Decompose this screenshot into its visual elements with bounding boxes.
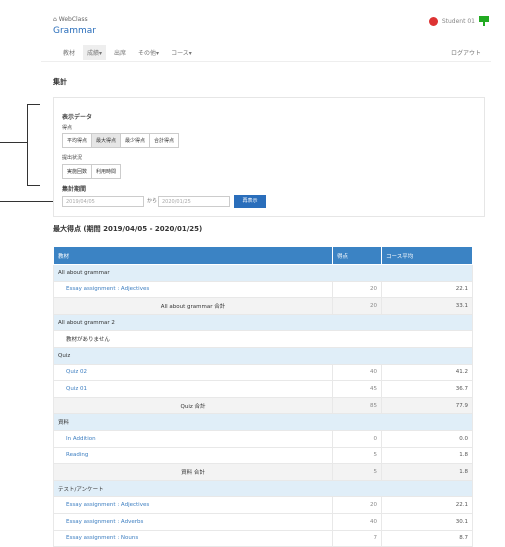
- group-label: 資料: [53, 413, 473, 431]
- score-cell: 45: [332, 380, 382, 398]
- score-cell: 7: [332, 529, 382, 547]
- avg-cell: 22.1: [381, 496, 473, 514]
- group-row: 資料: [53, 413, 473, 431]
- material-link[interactable]: Quiz 01: [53, 380, 333, 398]
- column-header-score: 得点: [332, 246, 382, 265]
- group-row: Quiz: [53, 346, 473, 365]
- score-button[interactable]: 最大得点: [91, 133, 122, 148]
- annotation-line: [0, 142, 27, 143]
- avg-cell: 0.0: [381, 429, 473, 448]
- group-row: All about grammar 2: [53, 313, 473, 332]
- subtotal-avg: 33.1: [381, 297, 473, 315]
- score-cell: 5: [332, 446, 382, 465]
- table-header-row: 教材 得点 コース平均: [53, 246, 473, 265]
- column-header-material: 教材: [53, 246, 333, 265]
- target-label: 提出状況: [62, 155, 83, 161]
- nav-item[interactable]: 教材: [59, 45, 79, 60]
- annotation-bracket: [27, 104, 40, 186]
- date-to-input[interactable]: 2020/01/25: [158, 196, 230, 207]
- subtotal-score: 20: [332, 297, 382, 315]
- filter-panel: 表示データ 得点 平均得点 最大得点 最少得点 合計得点 提出状況 実施回数 利用時間 …: [53, 97, 485, 217]
- nav-item[interactable]: 成績▾: [83, 45, 107, 60]
- score-cell: 40: [332, 363, 382, 382]
- score-button[interactable]: 合計得点: [149, 133, 180, 148]
- subtotal-row: 資料 合計 5 1.8: [53, 463, 473, 481]
- table-row: Quiz 01 45 36.7: [53, 380, 473, 398]
- subtotal-score: 5: [332, 463, 382, 481]
- navbar: 教材 成績▾ 出席 その他▾ コース▾ ログアウト: [41, 44, 491, 62]
- score-cell: 20: [332, 496, 382, 514]
- score-label: 得点: [62, 125, 73, 131]
- score-cell: 0: [332, 429, 382, 448]
- avg-cell: 22.1: [381, 280, 473, 299]
- notification-badge-icon[interactable]: [428, 16, 438, 26]
- table-row: Essay assignment : Adjectives 20 22.1: [53, 496, 473, 514]
- target-button-group: 実施回数 利用時間: [62, 164, 122, 179]
- subtotal-avg: 77.9: [381, 396, 473, 415]
- target-button[interactable]: 実施回数: [62, 164, 93, 179]
- table-row: Essay assignment : Adverbs 40 30.1: [53, 512, 473, 531]
- material-link[interactable]: Essay assignment : Nouns: [53, 529, 333, 547]
- material-link[interactable]: Essay assignment : Adjectives: [53, 496, 333, 514]
- user-avatar-icon[interactable]: [479, 16, 489, 26]
- report-title: 最大得点 (期間 2019/04/05 - 2020/01/25): [53, 225, 203, 233]
- avg-cell: 30.1: [381, 512, 473, 531]
- table-row: Essay assignment : Adjectives 20 22.1: [53, 280, 473, 299]
- subtotal-avg: 1.8: [381, 463, 473, 481]
- subtotal-label: All about grammar 合計: [53, 297, 333, 315]
- material-link[interactable]: Quiz 02: [53, 363, 333, 382]
- empty-message: 教材がありません: [53, 330, 473, 348]
- app-name[interactable]: ⌂ WebClass: [53, 16, 88, 23]
- avg-cell: 41.2: [381, 363, 473, 382]
- material-link[interactable]: In Addition: [53, 429, 333, 448]
- group-label: All about grammar 2: [53, 313, 473, 332]
- avg-cell: 1.8: [381, 446, 473, 465]
- subtotal-label: 資料 合計: [53, 463, 333, 481]
- table-row: Quiz 02 40 41.2: [53, 363, 473, 382]
- material-link[interactable]: Reading: [53, 446, 333, 465]
- nav-item[interactable]: コース▾: [167, 45, 196, 60]
- subtotal-row: Quiz 合計 85 77.9: [53, 396, 473, 415]
- column-header-course-avg: コース平均: [381, 246, 473, 265]
- material-link[interactable]: Essay assignment : Adjectives: [53, 280, 333, 299]
- score-button-group: 平均得点 最大得点 最少得点 合計得点: [62, 133, 180, 148]
- score-table: 教材 得点 コース平均 All about grammar Essay assig…: [53, 246, 473, 547]
- table-row: Essay assignment : Nouns 7 8.7: [53, 529, 473, 547]
- nav-item[interactable]: 出席: [110, 45, 130, 60]
- avg-cell: 36.7: [381, 380, 473, 398]
- avg-cell: 8.7: [381, 529, 473, 547]
- date-from-input[interactable]: 2019/04/05: [62, 196, 144, 207]
- score-button[interactable]: 最少得点: [120, 133, 151, 148]
- group-label: All about grammar: [53, 264, 473, 282]
- material-link[interactable]: Essay assignment : Adverbs: [53, 512, 333, 531]
- group-label: Quiz: [53, 346, 473, 365]
- user-name[interactable]: Student 01: [442, 18, 475, 25]
- score-cell: 40: [332, 512, 382, 531]
- empty-row: 教材がありません: [53, 330, 473, 348]
- logout-link[interactable]: ログアウト: [451, 48, 481, 57]
- table-row: In Addition 0 0.0: [53, 429, 473, 448]
- target-button[interactable]: 利用時間: [91, 164, 122, 179]
- period-label: 集計期間: [62, 186, 87, 193]
- show-button[interactable]: 再表示: [234, 195, 266, 208]
- course-title[interactable]: Grammar: [53, 26, 96, 36]
- score-cell: 20: [332, 280, 382, 299]
- date-separator: から: [147, 198, 158, 204]
- user-area: Student 01: [428, 16, 489, 26]
- subtotal-score: 85: [332, 396, 382, 415]
- table-row: Reading 5 1.8: [53, 446, 473, 465]
- group-label: テスト/アンケート: [53, 479, 473, 498]
- page: ⌂ WebClass Grammar Student 01 教材 成績▾ 出席 その他…: [41, 0, 505, 547]
- subtotal-label: Quiz 合計: [53, 396, 333, 415]
- home-icon: ⌂: [53, 16, 57, 23]
- page-title: 集計: [53, 78, 67, 86]
- group-row: テスト/アンケート: [53, 479, 473, 498]
- group-row: All about grammar: [53, 264, 473, 282]
- nav-item[interactable]: その他▾: [134, 45, 163, 60]
- subtotal-row: All about grammar 合計 20 33.1: [53, 297, 473, 315]
- display-data-label: 表示データ: [62, 114, 93, 121]
- score-button[interactable]: 平均得点: [62, 133, 93, 148]
